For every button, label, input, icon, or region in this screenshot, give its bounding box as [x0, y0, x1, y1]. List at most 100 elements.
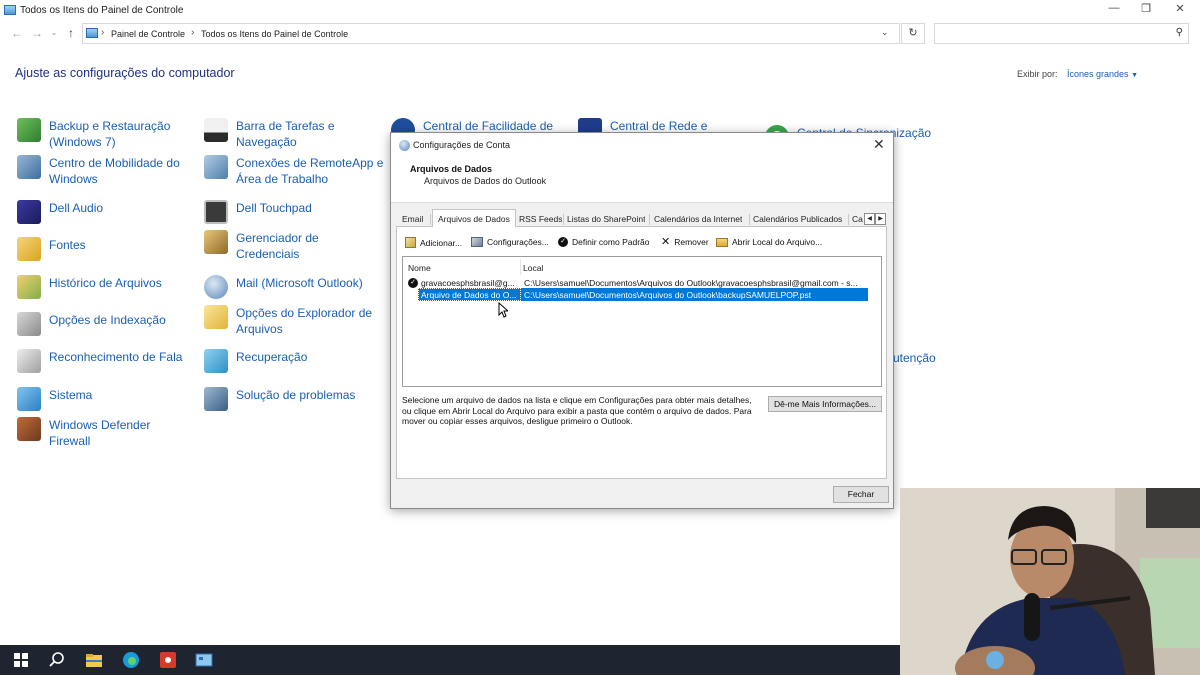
folder-icon: [716, 237, 728, 247]
up-arrow-icon[interactable]: ↑: [64, 26, 78, 40]
recovery-icon: [204, 349, 228, 373]
cp-item-backup[interactable]: Backup e Restauração (Windows 7): [17, 118, 199, 150]
search-icon: ⚲: [1175, 27, 1183, 38]
open-file-location-button[interactable]: Abrir Local do Arquivo...: [716, 237, 822, 247]
cp-item-recovery[interactable]: Recuperação: [204, 349, 386, 373]
folder-options-icon: [204, 305, 228, 329]
column-header-name[interactable]: Nome: [408, 263, 431, 273]
tab-data-files[interactable]: Arquivos de Dados: [432, 209, 516, 227]
cp-item-mail[interactable]: Mail (Microsoft Outlook): [204, 275, 386, 299]
account-settings-dialog: Configurações de Conta ✕ Arquivos de Dad…: [390, 132, 894, 509]
search-icon[interactable]: [48, 651, 66, 669]
column-header-location[interactable]: Local: [523, 263, 543, 273]
cp-item-system[interactable]: Sistema: [17, 387, 199, 411]
maximize-button[interactable]: ❐: [1128, 2, 1164, 18]
add-label: Adicionar...: [420, 237, 463, 248]
recent-chevron-icon[interactable]: ⌄: [47, 26, 61, 40]
view-by-value: Ícones grandes: [1067, 69, 1129, 79]
cp-item-troubleshooting[interactable]: Solução de problemas: [204, 387, 386, 411]
tab-divider: [848, 214, 849, 225]
row-1-name[interactable]: gravacoesphsbrasil@g...: [421, 278, 519, 288]
start-icon[interactable]: [12, 651, 30, 669]
refresh-button[interactable]: ↻: [901, 23, 925, 44]
cp-item-label: Histórico de Arquivos: [49, 276, 162, 290]
cp-item-fonts[interactable]: Fontes: [17, 237, 199, 261]
address-bar[interactable]: › Painel de Controle › Todos os Itens do…: [82, 23, 900, 44]
close-window-button[interactable]: ✕: [1162, 2, 1198, 18]
remoteapp-icon: [204, 155, 228, 179]
file-explorer-icon[interactable]: [85, 651, 103, 669]
tab-rss-feeds[interactable]: RSS Feeds: [519, 212, 562, 227]
default-check-icon: ✓: [408, 278, 418, 288]
cp-item-firewall[interactable]: Windows Defender Firewall: [17, 417, 199, 449]
cp-item-label: Centro de Mobilidade do Windows: [49, 156, 180, 186]
cp-item-file-history[interactable]: Histórico de Arquivos: [17, 275, 199, 299]
check-circle-icon: ✓: [558, 237, 568, 247]
add-button[interactable]: Adicionar...: [405, 237, 462, 248]
remove-button[interactable]: ✕ Remover: [661, 237, 709, 248]
cp-item-credentials[interactable]: Gerenciador de Credenciais: [204, 230, 386, 262]
credentials-icon: [204, 230, 228, 254]
remove-label: Remover: [674, 237, 709, 247]
view-by-label: Exibir por:: [1017, 69, 1058, 79]
forward-arrow-icon[interactable]: →: [30, 26, 44, 40]
control-panel-icon[interactable]: [195, 651, 213, 669]
cp-item-dell-touchpad[interactable]: Dell Touchpad: [204, 200, 386, 224]
cp-item-label: Mail (Microsoft Outlook): [236, 276, 363, 290]
touchpad-icon: [204, 200, 228, 224]
tab-scroll-right-icon[interactable]: ▶: [875, 213, 886, 225]
breadcrumb-separator-icon: ›: [191, 27, 195, 38]
cp-item-speech-recognition[interactable]: Reconhecimento de Fala: [17, 349, 199, 373]
dropdown-arrow-icon: ▼: [1131, 72, 1138, 79]
tab-internet-calendars[interactable]: Calendários da Internet: [654, 212, 742, 227]
cp-item-label: Windows Defender Firewall: [49, 418, 151, 448]
webcam-overlay: [900, 488, 1200, 675]
mobility-icon: [17, 155, 41, 179]
edge-icon[interactable]: [122, 651, 140, 669]
tab-divider: [563, 214, 564, 225]
mouse-cursor-icon: [498, 302, 508, 318]
settings-button[interactable]: Configurações...: [471, 237, 549, 247]
cp-item-label: Opções do Explorador de Arquivos: [236, 306, 373, 336]
cp-item-maintenance-label[interactable]: utenção: [893, 350, 936, 366]
backup-icon: [17, 118, 41, 142]
recorder-icon[interactable]: [159, 651, 177, 669]
view-by-dropdown[interactable]: Ícones grandes ▼: [1067, 69, 1138, 79]
search-input[interactable]: ⚲: [934, 23, 1189, 44]
set-default-button[interactable]: ✓ Definir como Padrão: [558, 237, 649, 247]
tab-sharepoint-lists[interactable]: Listas do SharePoint: [567, 212, 645, 227]
presenter-video-image: [900, 488, 1200, 675]
settings-label: Configurações...: [487, 237, 549, 247]
breadcrumb-control-panel[interactable]: Painel de Controle: [111, 29, 185, 39]
row-2-name[interactable]: Arquivo de Dados do O...: [421, 290, 519, 300]
tab-divider: [749, 214, 750, 225]
cp-item-label: Dell Audio: [49, 201, 104, 215]
tab-divider: [430, 214, 431, 225]
cp-item-dell-audio[interactable]: Dell Audio: [17, 200, 199, 224]
tab-email[interactable]: Email: [402, 212, 423, 227]
tab-published-calendars[interactable]: Calendários Publicados: [753, 212, 842, 227]
address-dropdown-icon[interactable]: ⌄: [881, 27, 889, 38]
mail-icon: [204, 275, 228, 299]
data-files-list[interactable]: Nome Local ✓ gravacoesphsbrasil@g... C:\…: [402, 256, 882, 387]
window-titlebar: Todos os Itens do Painel de Controle — ❐…: [0, 0, 1200, 22]
row-2-location[interactable]: C:\Users\samuel\Documentos\Arquivos do O…: [524, 290, 869, 300]
close-button[interactable]: Fechar: [833, 486, 889, 503]
system-icon: [17, 387, 41, 411]
cp-item-folder-options[interactable]: Opções do Explorador de Arquivos: [204, 305, 386, 337]
back-arrow-icon[interactable]: ←: [10, 26, 24, 40]
cp-item-remoteapp[interactable]: Conexões de RemoteApp e Área de Trabalho: [204, 155, 396, 187]
more-info-button[interactable]: Dê-me Mais Informações...: [768, 396, 882, 412]
cp-item-mobility-center[interactable]: Centro de Mobilidade do Windows: [17, 155, 199, 187]
indexing-icon: [17, 312, 41, 336]
dialog-close-icon[interactable]: ✕: [873, 136, 885, 153]
tab-truncated[interactable]: Ca: [852, 212, 864, 227]
tab-scroll-left-icon[interactable]: ◀: [864, 213, 875, 225]
set-default-label: Definir como Padrão: [572, 237, 650, 247]
cp-item-indexing[interactable]: Opções de Indexação: [17, 312, 199, 336]
minimize-button[interactable]: —: [1096, 2, 1132, 18]
column-divider[interactable]: [520, 259, 521, 275]
breadcrumb-all-items[interactable]: Todos os Itens do Painel de Controle: [201, 29, 348, 39]
row-1-location[interactable]: C:\Users\samuel\Documentos\Arquivos do O…: [524, 278, 869, 288]
cp-item-taskbar[interactable]: Barra de Tarefas e Navegação: [204, 118, 386, 150]
